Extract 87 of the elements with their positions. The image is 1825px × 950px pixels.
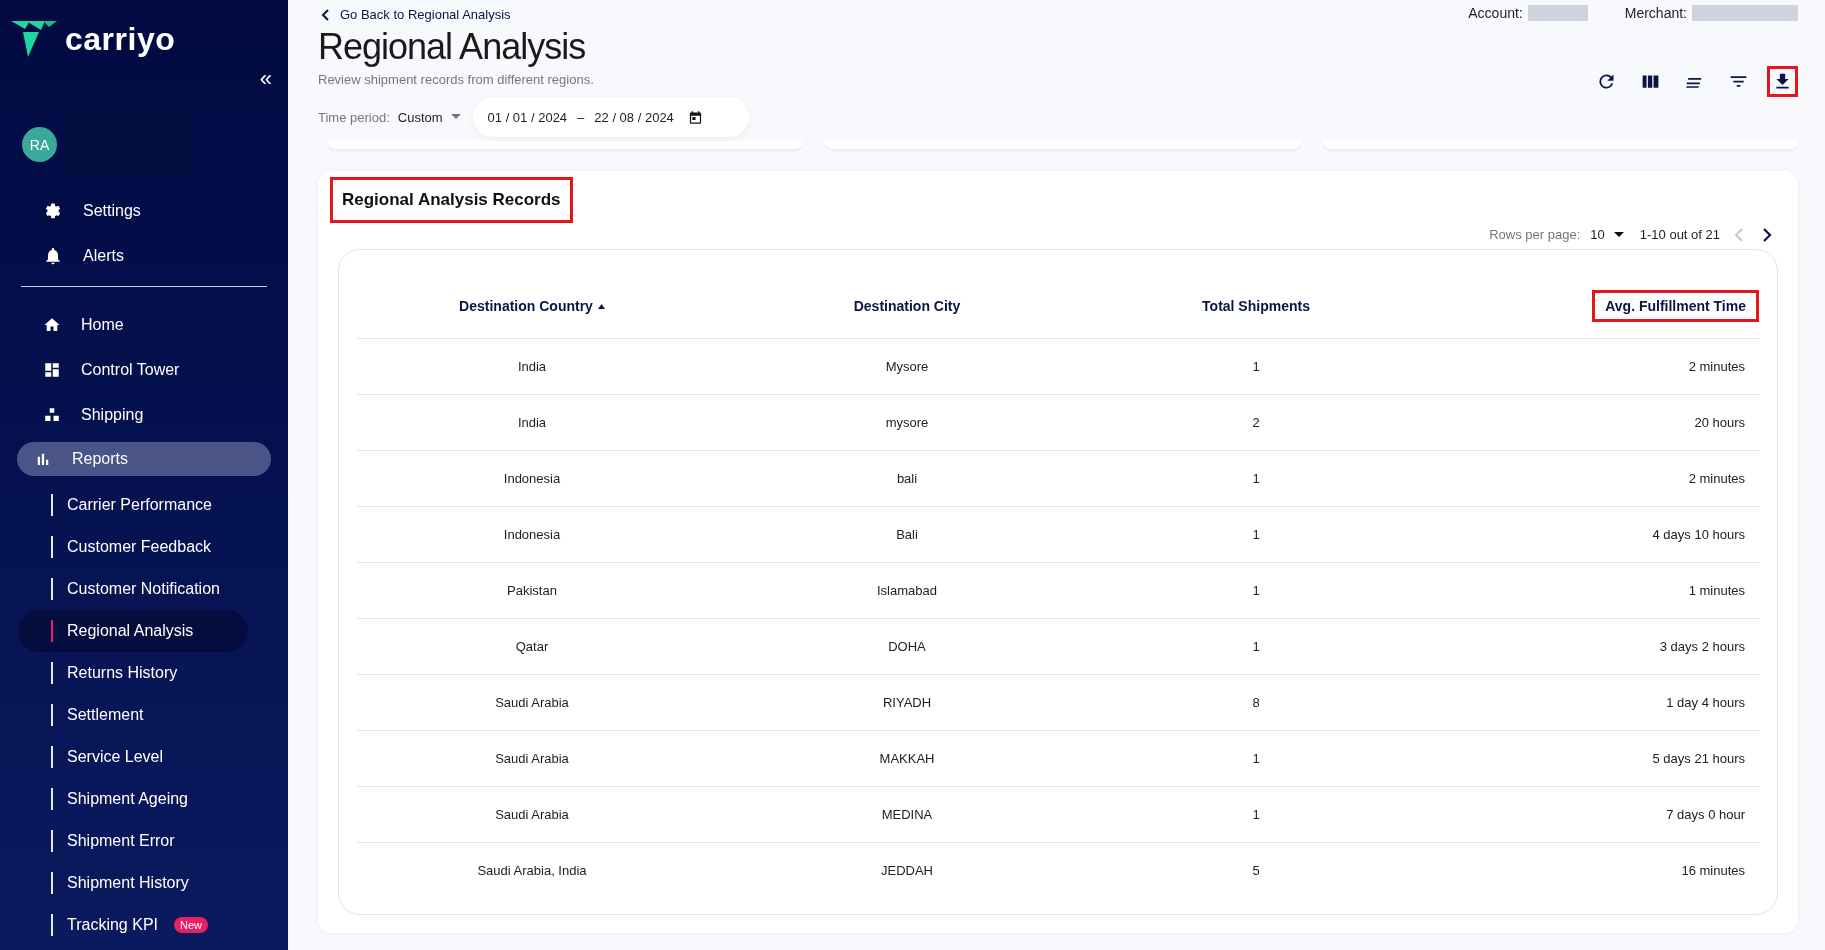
table-cell: 20 hours [1694,415,1745,430]
table-cell: Islamabad [877,583,937,598]
nav-subitem[interactable]: Returns History [67,664,178,682]
nav-subitem[interactable]: Carrier Performance [67,496,212,514]
nav-subitem[interactable]: Settlement [67,706,144,724]
menu-item[interactable]: Alerts [17,233,271,278]
column-header[interactable]: Avg. Fulfillment Time [1592,290,1759,322]
table-cell: 1 day 4 hours [1666,695,1745,710]
table-cell: Saudi Arabia [495,751,569,766]
table-cell: 1 [1252,583,1260,598]
account-label: Account: [1468,5,1523,21]
nav-subitem[interactable]: Shipment Ageing [67,790,188,808]
nav-subitem[interactable]: Service Level [67,748,164,766]
table-cell: Saudi Arabia, India [477,863,587,878]
table-cell: Qatar [515,639,549,654]
table-cell: 1 [1252,807,1260,822]
logo-text: carriyo [65,20,176,58]
table-cell: 1 [1252,751,1260,766]
card-title: Regional Analysis Records [330,177,573,223]
table-cell: 7 days 0 hour [1666,807,1745,822]
table-cell: 3 days 2 hours [1659,639,1745,654]
redacted-block [1527,5,1588,21]
user-avatar: RA [22,127,57,162]
table-cell: DOHA [888,639,926,654]
calendar-icon[interactable] [687,109,703,125]
table-cell: 5 [1252,863,1260,878]
table-cell: JEDDAH [881,863,933,878]
page-subtitle: Review shipment records from different regions. [318,72,595,87]
nav-subitem[interactable]: Customer Feedback [67,538,212,556]
column-header[interactable]: Total Shipments [1189,290,1323,322]
merchant-label: Merchant: [1624,5,1687,21]
nav-subitem[interactable]: Customer Notification [67,580,220,598]
back-link[interactable]: Go Back to Regional Analysis [340,7,511,22]
table-cell: 8 [1252,695,1260,710]
new-badge: New [174,917,208,933]
date-range-field[interactable]: 01 / 01 / 2024 – 22 / 08 / 2024 [472,97,749,137]
table-cell: 2 [1252,415,1260,430]
table-cell: Saudi Arabia [495,807,569,822]
column-header[interactable]: Destination Country [446,290,618,322]
rows-per-page-label: Rows per page: [1489,227,1581,242]
page-range: 1-10 out of 21 [1639,227,1720,242]
logo-icon [11,21,57,57]
table-cell: bali [896,471,918,486]
table-cell: 1 [1252,639,1260,654]
table-cell: Bali [896,527,918,542]
table-cell: Pakistan [507,583,557,598]
menu-item[interactable]: Settings [17,188,271,233]
collapse-button[interactable]: « [259,68,272,90]
nav-item[interactable]: Control Tower [17,347,271,392]
boxes-icon [43,405,61,424]
table-cell: MAKKAH [879,751,935,766]
table-cell: 5 days 21 hours [1652,751,1745,766]
time-period-select[interactable]: Custom [397,109,461,125]
table-cell: MEDINA [881,807,933,822]
nav-subitem[interactable]: Shipment Error [67,832,175,850]
back-chevron-icon[interactable] [321,8,330,21]
table-cell: 1 [1252,527,1260,542]
nav-item[interactable]: Shipping [17,392,271,437]
nav-item[interactable]: Home [17,302,271,347]
table-cell: India [517,415,547,430]
caret-icon[interactable] [1613,231,1624,238]
bell-icon [43,245,63,266]
table-cell: 16 minutes [1681,863,1745,878]
nav-subitem[interactable]: Tracking KPI [67,916,158,934]
sort-arrow-icon[interactable] [597,303,605,309]
table-cell: Indonesia [503,471,561,486]
rows-per-page-select[interactable]: 10 [1590,227,1624,242]
page-title: Regional Analysis [318,26,587,68]
next-page-icon[interactable] [1762,227,1772,242]
table-cell: 1 minutes [1688,583,1745,598]
table-cell: 2 minutes [1688,471,1745,486]
table-cell: 2 minutes [1688,359,1745,374]
column-header[interactable]: Destination City [840,290,974,322]
table-cell: 1 [1252,471,1260,486]
table-cell: RIYADH [882,695,932,710]
table-cell: India [517,359,547,374]
table-cell: Mysore [885,359,929,374]
table-cell: Saudi Arabia [495,695,569,710]
table-cell: mysore [885,415,929,430]
table-cell: 1 [1252,359,1260,374]
table-cell: 4 days 10 hours [1652,527,1745,542]
dashboard-icon [43,360,61,379]
time-period-label: Time period: [318,109,390,125]
toolbar-button[interactable] [1767,66,1798,97]
nav-item[interactable]: Reports [17,442,271,476]
nav-subitem[interactable]: Shipment History [67,874,189,892]
table-cell: Indonesia [503,527,561,542]
